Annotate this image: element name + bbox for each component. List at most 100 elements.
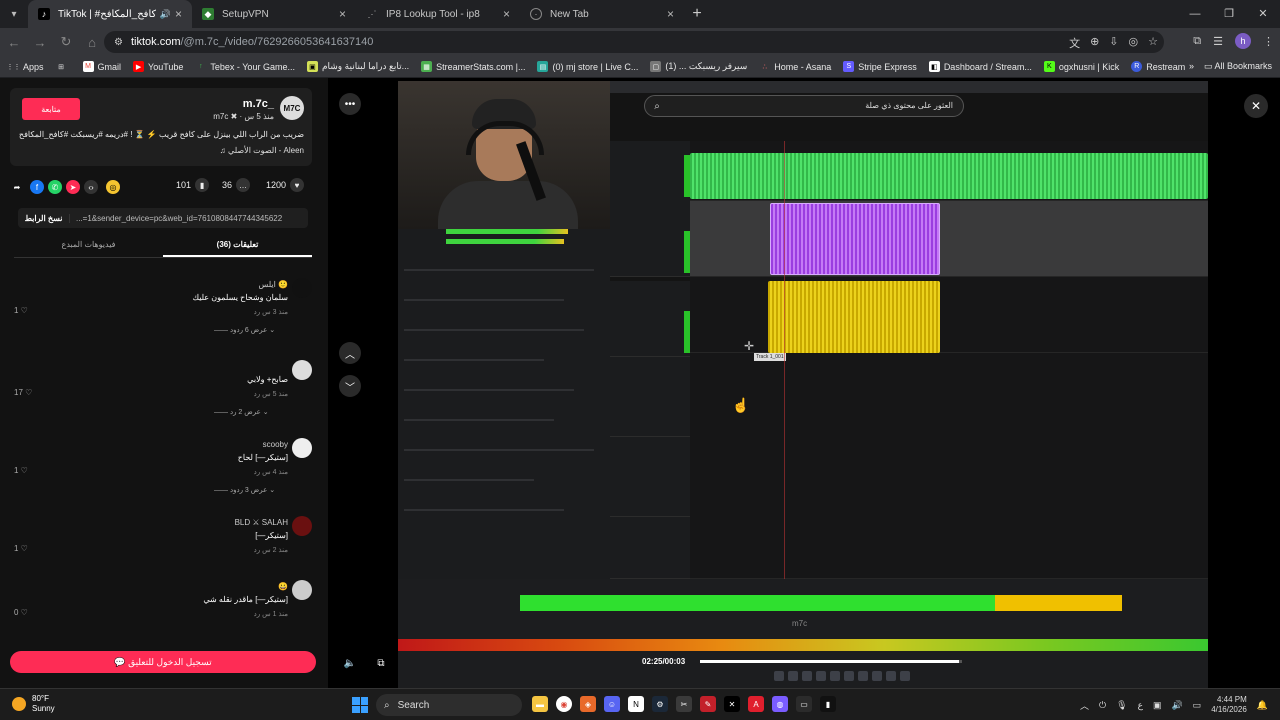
comment-likes[interactable]: 1 ♡ [14, 466, 28, 475]
chevron-right-icon[interactable]: » [1189, 61, 1194, 72]
close-window-icon[interactable]: ✕ [1246, 0, 1280, 28]
view-replies[interactable]: —— عرض 6 ردود ⌄ [214, 326, 275, 334]
bookmark-streamerstats[interactable]: ▦ StreamerStats.com |... [421, 61, 525, 72]
coin-icon[interactable]: ◎ [106, 180, 120, 194]
streaming-app-icon[interactable]: ◍ [772, 696, 788, 712]
bookmark-dashboard[interactable]: ◧ Dashboard / Stream... [928, 61, 1032, 72]
avatar[interactable] [292, 580, 312, 600]
extensions-icon[interactable]: ⧉ [1193, 35, 1201, 48]
volume-tray-icon[interactable]: 🔊 [1171, 700, 1182, 711]
close-tab-icon[interactable]: × [175, 7, 182, 21]
app-orange-icon[interactable]: ◈ [580, 696, 596, 712]
back-icon[interactable]: ← [2, 35, 26, 50]
picture-in-picture-icon[interactable]: ⧉ [370, 652, 392, 674]
notion-icon[interactable]: N [628, 696, 644, 712]
avatar[interactable] [292, 438, 312, 458]
comment-likes[interactable]: 1 ♡ [14, 544, 28, 553]
author-username[interactable]: m.7c_ [243, 98, 274, 110]
previous-video-icon[interactable]: ︿ [339, 342, 361, 364]
bookmark-tebex[interactable]: ↑ Tebex - Your Game... [195, 61, 295, 72]
author-avatar[interactable]: M7C [280, 96, 304, 120]
comment-likes[interactable]: 0 ♡ [14, 608, 28, 617]
bookmark-stripe[interactable]: S Stripe Express [843, 61, 917, 72]
close-tab-icon[interactable]: × [503, 7, 510, 21]
terminal-icon[interactable]: ▭ [796, 696, 812, 712]
view-replies[interactable]: —— عرض 2 رد ⌄ [214, 408, 269, 416]
bookmark-gmail[interactable]: M Gmail [82, 61, 121, 72]
follow-button[interactable]: متابعة [22, 98, 80, 120]
video-sound[interactable]: ♫ الصوت الأصلي - Aleen [220, 146, 304, 155]
bookmark-youtube[interactable]: ▶ YouTube [133, 61, 183, 72]
close-video-icon[interactable]: ✕ [1244, 94, 1268, 118]
bookmark-kick[interactable]: Kogxhusni | Kick [1043, 61, 1119, 72]
bookmark-star-icon[interactable]: ☆ [1148, 35, 1158, 51]
reload-icon[interactable]: ↻ [54, 34, 78, 50]
audio-clip-green[interactable] [690, 153, 1208, 199]
comment-author[interactable]: scooby [263, 440, 288, 449]
battery-icon[interactable]: ▭ [1193, 700, 1202, 711]
translate-icon[interactable]: 文 [1069, 35, 1080, 51]
like-count[interactable]: 1200 ♥ [266, 178, 305, 192]
tab-creator-videos[interactable]: فيديوهات المبدع [14, 236, 163, 257]
tab-tiktok[interactable]: ♪ TikTok | #كافح_المكافح 🔊 × [28, 0, 192, 28]
address-bar[interactable]: ⚙ tiktok.com /@m.7c_/video/7629266053641… [104, 31, 1164, 53]
usb-icon[interactable]: ⏻ [1099, 700, 1106, 711]
eye-off-icon[interactable]: ◎ [1129, 35, 1139, 51]
copy-link-button[interactable]: نسخ الرابط [18, 213, 70, 223]
site-info-icon[interactable]: ⚙ [114, 37, 123, 48]
notification-icon[interactable]: 🔔 [1257, 700, 1268, 711]
comment-meta[interactable]: منذ 5 س رد [254, 390, 288, 398]
bookmark-mjstore[interactable]: ▤ (0) mj store | Live C... [537, 61, 638, 72]
chrome-icon[interactable]: ◉ [556, 696, 572, 712]
comment-meta[interactable]: منذ 3 س رد [254, 308, 288, 316]
minimize-icon[interactable]: — [1178, 0, 1212, 28]
discord-icon[interactable]: ☺ [604, 696, 620, 712]
avatar[interactable] [292, 360, 312, 380]
close-tab-icon[interactable]: × [339, 7, 346, 21]
bookmark-apps[interactable]: ⋮⋮ Apps [7, 61, 44, 72]
bookmark-restream[interactable]: R Restream [1131, 61, 1185, 72]
reading-list-icon[interactable]: ☰ [1213, 35, 1223, 48]
comment-likes[interactable]: 1 ♡ [14, 306, 28, 315]
language-indicator[interactable]: ع [1138, 700, 1143, 711]
tab-newtab[interactable]: · New Tab × [520, 0, 684, 28]
comment-count[interactable]: 36 … [222, 178, 251, 192]
search-icon[interactable]: ⌕ [649, 98, 665, 114]
profile-avatar[interactable]: h [1235, 33, 1251, 49]
track-lane[interactable] [690, 201, 1208, 277]
restore-icon[interactable]: ❐ [1212, 0, 1246, 28]
tab-comments[interactable]: تعليقات (36) [163, 236, 312, 257]
video-link[interactable]: ...=1&sender_device=pc&web_id=7610808447… [70, 214, 308, 223]
comment-meta[interactable]: منذ 2 س رد [254, 546, 288, 554]
video-player[interactable]: Track 1_001 ✛ ☝ ⌕ العثور على محتوى ذي صل… [398, 81, 1208, 691]
new-tab-button[interactable]: + [684, 5, 710, 23]
audio-clip-yellow[interactable] [768, 281, 940, 353]
volume-icon[interactable]: 🔈 [339, 652, 361, 674]
taskbar-search[interactable]: ⌕ Search [376, 694, 522, 716]
network-icon[interactable]: ▣ [1153, 700, 1162, 711]
windows-start-icon[interactable] [352, 697, 368, 713]
next-video-icon[interactable]: ﹀ [339, 375, 361, 397]
video-progress-bar[interactable] [700, 660, 962, 663]
more-options-icon[interactable]: ••• [339, 93, 361, 115]
avatar[interactable] [292, 516, 312, 536]
zoom-icon[interactable]: ⊕ [1090, 35, 1099, 51]
capcut-icon[interactable]: ✕ [724, 696, 740, 712]
comment-meta[interactable]: منذ 1 س رد [254, 610, 288, 618]
avatar[interactable] [292, 278, 312, 298]
tab-ip8[interactable]: ⋰ IP8 Lookup Tool - ip8 × [356, 0, 520, 28]
share-arrow-icon[interactable]: ➦ [10, 180, 24, 194]
save-count[interactable]: 101 ▮ [176, 178, 210, 192]
command-prompt-icon[interactable]: ▮ [820, 696, 836, 712]
forward-icon[interactable]: → [28, 35, 52, 50]
home-icon[interactable]: ⌂ [80, 35, 104, 50]
comment-meta[interactable]: منذ 4 س رد [254, 468, 288, 476]
snipping-tool-icon[interactable]: ✂ [676, 696, 692, 712]
comment-author[interactable]: ايلس 🙂 [259, 280, 288, 289]
tab-setupvpn[interactable]: ◆ SetupVPN × [192, 0, 356, 28]
send-icon[interactable]: ➤ [66, 180, 80, 194]
chevron-up-icon[interactable]: ︿ [1080, 699, 1089, 712]
comment-likes[interactable]: 17 ♡ [14, 388, 32, 397]
bookmark-asana[interactable]: ∴ Home - Asana [759, 61, 832, 72]
adobe-icon[interactable]: A [748, 696, 764, 712]
